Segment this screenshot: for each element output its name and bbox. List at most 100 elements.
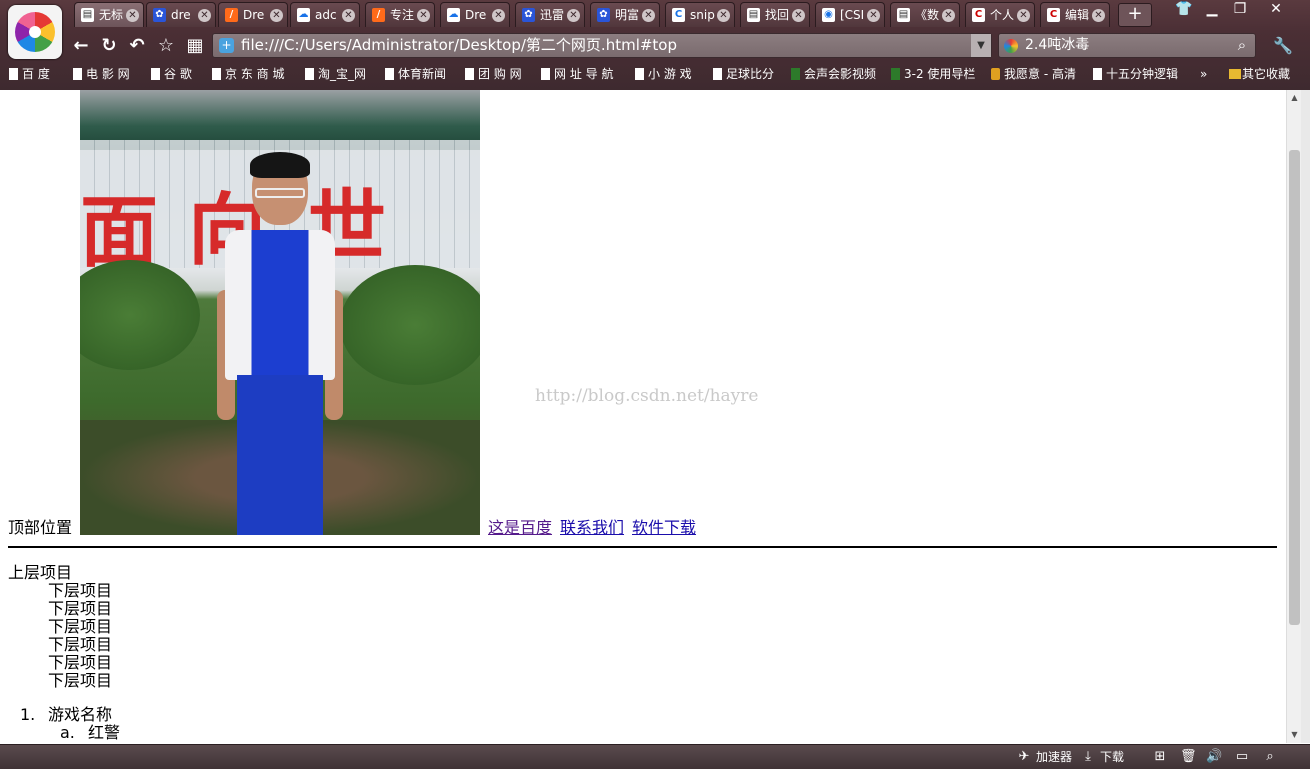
star-icon[interactable]: ☆ (153, 33, 179, 59)
bookmark-item[interactable]: 京 东 商 城 (209, 63, 309, 85)
close-icon[interactable]: ✕ (867, 9, 880, 22)
download-button[interactable]: 下载 (1100, 745, 1124, 769)
bookmarks-bar: 百 度 电 影 网 谷 歌 京 东 商 城 淘_宝_网 体育新闻 团 购 网 网… (0, 63, 1310, 87)
close-icon[interactable]: ✕ (567, 9, 580, 22)
bookmark-item[interactable]: 团 购 网 (462, 63, 544, 85)
tab-1[interactable]: ✿ dre ✕ (146, 2, 216, 27)
tab-11[interactable]: ▤ 《数 ✕ (890, 2, 960, 27)
tab-9[interactable]: ▤ 找回 ✕ (740, 2, 810, 27)
chrome-icon: ◉ (822, 8, 835, 22)
tab-label: 迅雷 (540, 8, 565, 22)
close-icon[interactable]: ✕ (492, 9, 505, 22)
scroll-down-icon[interactable]: ▼ (1287, 727, 1302, 743)
tab-13[interactable]: C 编辑 ✕ (1040, 2, 1110, 27)
search-input[interactable]: 2.4吨冰毒 (1025, 37, 1089, 53)
close-icon[interactable]: ✕ (1092, 9, 1105, 22)
tab-label: 个人 (990, 8, 1015, 22)
close-icon[interactable]: ✕ (717, 9, 730, 22)
bookmark-item[interactable]: 小 游 戏 (632, 63, 716, 85)
tab-4[interactable]: / 专注 ✕ (365, 2, 435, 27)
download-icon[interactable]: ⤓ (1080, 749, 1096, 765)
vertical-scrollbar[interactable]: ▲ ▼ (1286, 90, 1302, 743)
scroll-up-icon[interactable]: ▲ (1287, 90, 1302, 106)
accelerator-button[interactable]: 加速器 (1036, 745, 1072, 769)
tab-7[interactable]: ✿ 明富 ✕ (590, 2, 660, 27)
zoom-icon[interactable]: ⌕ (1262, 749, 1278, 765)
close-icon[interactable]: ✕ (792, 9, 805, 22)
search-icon[interactable]: ⌕ (1233, 36, 1251, 54)
trash-icon[interactable]: 🗑 (1180, 749, 1197, 765)
address-bar[interactable]: + file:///C:/Users/Administrator/Desktop… (212, 33, 992, 58)
bookmark-item[interactable]: 网 址 导 航 (538, 63, 638, 85)
tab-12[interactable]: C 个人 ✕ (965, 2, 1035, 27)
scroll-thumb[interactable] (1289, 150, 1300, 625)
list-item: 下层项目 (48, 599, 113, 618)
cloud-icon: ☁ (297, 8, 310, 22)
address-text: file:///C:/Users/Administrator/Desktop/第… (241, 36, 678, 54)
student-photo: 面 向 世 (80, 90, 480, 535)
tab-8[interactable]: C snip ✕ (665, 2, 735, 27)
tab-label: dre (171, 8, 191, 22)
page-icon (73, 68, 82, 80)
wrench-menu-icon[interactable]: 🔧 (1268, 33, 1298, 58)
rocket-icon[interactable]: ✈ (1016, 749, 1032, 765)
tab-6[interactable]: ✿ 迅雷 ✕ (515, 2, 585, 27)
browser-logo-icon[interactable] (8, 5, 62, 59)
bookmarks-overflow-button[interactable]: » (1198, 63, 1218, 85)
bookmark-item[interactable]: 谷 歌 (148, 63, 218, 85)
bookmark-item[interactable]: 足球比分 (710, 63, 796, 85)
skin-icon[interactable]: 👕 (1170, 0, 1198, 20)
apps-grid-icon[interactable]: ▦ (182, 33, 208, 59)
screen-icon[interactable]: ▭ (1234, 749, 1250, 765)
page-icon (465, 68, 474, 80)
pants (237, 375, 323, 535)
tab-5[interactable]: ☁ Dre ✕ (440, 2, 510, 27)
page-icon (713, 68, 722, 80)
close-icon[interactable]: ✕ (417, 9, 430, 22)
restore-button[interactable]: ❐ (1226, 0, 1254, 20)
download-link[interactable]: 软件下载 (632, 518, 696, 537)
add-window-icon[interactable]: ⊞ (1152, 749, 1168, 765)
play-icon (991, 68, 1000, 80)
hair (250, 152, 310, 178)
close-icon[interactable]: ✕ (942, 9, 955, 22)
search-engine-icon[interactable] (1004, 39, 1018, 53)
close-icon[interactable]: ✕ (642, 9, 655, 22)
chevron-down-icon[interactable]: ▼ (971, 34, 991, 57)
tab-label: 编辑 (1065, 8, 1090, 22)
search-box[interactable]: 2.4吨冰毒 ⌕ (998, 33, 1256, 58)
bookmark-item[interactable]: 电 影 网 (70, 63, 156, 85)
reload-icon[interactable]: ↻ (96, 33, 122, 59)
tab-10[interactable]: ◉ [CSI ✕ (815, 2, 885, 27)
bookmark-item[interactable]: 3-2 使用导栏 (888, 63, 996, 85)
bookmark-item[interactable]: 百 度 (6, 63, 78, 85)
bookmark-item[interactable]: 体育新闻 (382, 63, 468, 85)
close-icon[interactable]: ✕ (342, 9, 355, 22)
close-icon[interactable]: ✕ (1017, 9, 1030, 22)
tab-0[interactable]: ▤ 无标 ✕ (74, 2, 144, 27)
minimize-button[interactable]: ▁ (1198, 0, 1226, 20)
list-item: 下层项目 (48, 581, 113, 600)
bookmark-item[interactable]: 十五分钟逻辑 (1090, 63, 1198, 85)
tab-2[interactable]: / Dre ✕ (218, 2, 288, 27)
undo-icon[interactable]: ↶ (124, 33, 150, 59)
contact-link[interactable]: 联系我们 (560, 518, 624, 537)
close-icon[interactable]: ✕ (198, 9, 211, 22)
tab-3[interactable]: ☁ adc ✕ (290, 2, 360, 27)
new-tab-button[interactable]: + (1118, 3, 1152, 27)
volume-icon[interactable]: 🔊 (1206, 749, 1222, 765)
close-icon[interactable]: ✕ (126, 9, 139, 22)
bookmark-item[interactable]: 我愿意 - 高清 (988, 63, 1096, 85)
bookmark-item[interactable]: 淘_宝_网 (302, 63, 388, 85)
person (217, 150, 343, 535)
close-icon[interactable]: ✕ (270, 9, 283, 22)
close-window-button[interactable]: ✕ (1262, 0, 1290, 20)
other-bookmarks[interactable]: 其它收藏 (1226, 63, 1310, 85)
back-arrow-icon[interactable]: ← (68, 33, 94, 59)
page-icon: ▤ (81, 8, 94, 22)
bush (340, 265, 480, 385)
baidu-link[interactable]: 这是百度 (488, 518, 552, 537)
bookmark-item[interactable]: 会声会影视频 (788, 63, 896, 85)
page-info-icon[interactable]: + (219, 38, 234, 53)
ordered-subitem: 红警 (88, 723, 121, 742)
